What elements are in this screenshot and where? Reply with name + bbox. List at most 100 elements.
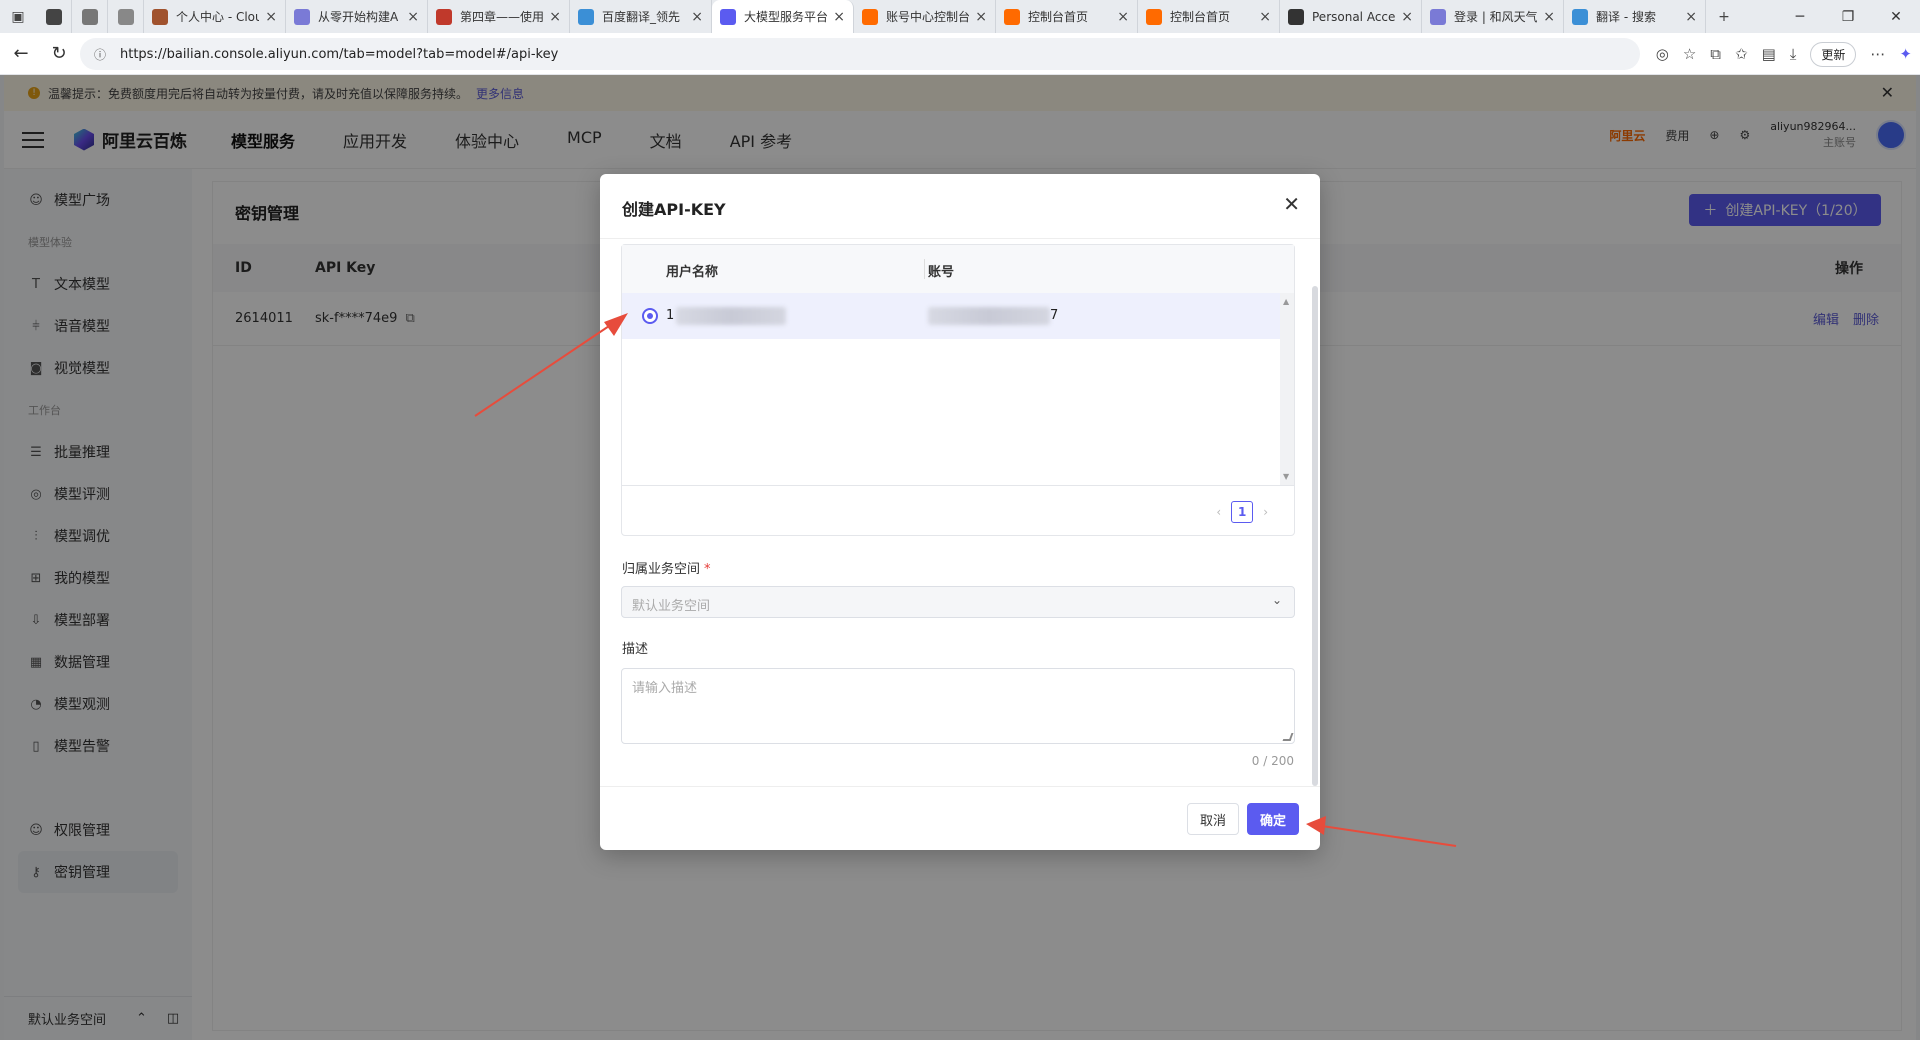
browser-tab[interactable]: 账号中心控制台 × — [854, 0, 996, 33]
required-mark: * — [704, 562, 711, 577]
tab-favicon-icon — [436, 8, 452, 25]
url-text: https://bailian.console.aliyun.com/tab=m… — [120, 46, 559, 62]
browser-tab[interactable]: 控制台首页 × — [1138, 0, 1280, 33]
tab-close-icon[interactable]: × — [1259, 9, 1271, 25]
tab-strip: 个人中心 - Clou × 从零开始构建A × 第四章——使用 × 百度翻译_领先 × 大模型服… — [36, 0, 1706, 33]
new-tab-icon[interactable]: + — [1706, 0, 1742, 33]
col-username: 用户名称 — [666, 265, 719, 280]
favorite-star-icon[interactable]: ☆ — [1683, 45, 1696, 63]
favorites-icon[interactable]: ✩ — [1735, 45, 1748, 63]
chevron-down-icon: ⌄ — [1271, 593, 1282, 607]
prev-page-icon[interactable]: ‹ — [1216, 505, 1221, 519]
workspace-label: 归属业务空间 * — [622, 558, 711, 577]
tab-close-icon[interactable]: × — [1543, 9, 1555, 25]
scroll-up-icon[interactable]: ▲ — [1283, 297, 1289, 306]
tab-close-icon[interactable]: × — [833, 9, 845, 25]
page-number[interactable]: 1 — [1231, 501, 1254, 523]
create-api-key-dialog: 创建API-KEY ✕ 用户名称 账号 1 7 ▲ ▼ ‹ 1 › 归属业务空间… — [600, 174, 1320, 850]
extensions-icon[interactable]: ⧉ — [1710, 45, 1721, 63]
toolbar-right: ◎ ☆ ⧉ ✩ ▤ ⤓ 更新 ⋯ ✦ — [1656, 37, 1912, 71]
close-window-icon[interactable]: ✕ — [1872, 0, 1920, 33]
site-info-icon[interactable]: ⓘ — [94, 46, 108, 63]
scroll-down-icon[interactable]: ▼ — [1283, 472, 1289, 481]
downloads-icon[interactable]: ⤓ — [1790, 45, 1797, 63]
tab-close-icon[interactable]: × — [549, 9, 561, 25]
col-account: 账号 — [928, 265, 955, 280]
browser-tab[interactable]: 登录 | 和风天气 × — [1422, 0, 1564, 33]
browser-tab[interactable] — [72, 0, 108, 33]
description-counter: 0 / 200 — [1251, 754, 1294, 768]
tab-close-icon[interactable]: × — [975, 9, 987, 25]
tab-title: 登录 | 和风天气 — [1454, 10, 1538, 24]
browser-tab[interactable] — [36, 0, 72, 33]
dialog-title: 创建API-KEY — [622, 200, 726, 219]
more-icon[interactable]: ⋯ — [1870, 45, 1885, 63]
tab-title: 控制台首页 — [1028, 10, 1089, 24]
tab-favicon-icon — [152, 8, 168, 25]
username-cell: 1 — [666, 308, 674, 323]
user-row[interactable]: 1 7 — [622, 293, 1280, 339]
browser-tab[interactable]: Personal Acces × — [1280, 0, 1422, 33]
dialog-footer-divider — [600, 786, 1320, 787]
screen: ▣ 个人中心 - Clou × 从零开始构建A × 第四章——使用 × 百度翻译_领先 × 大模… — [0, 0, 1920, 1040]
account-cell: 7 — [1050, 308, 1058, 323]
user-table-scrollbar[interactable]: ▲ ▼ — [1280, 293, 1294, 485]
tab-favicon-icon — [1430, 8, 1446, 25]
tracking-icon[interactable]: ◎ — [1656, 45, 1669, 63]
update-button[interactable]: 更新 — [1810, 41, 1857, 67]
address-bar-row: ← ↻ ⓘ https://bailian.console.aliyun.com… — [0, 33, 1920, 75]
username-visible-part: 1 — [666, 308, 675, 323]
browser-tab[interactable]: 翻译 - 搜索 × — [1564, 0, 1706, 33]
tab-favicon-icon — [1288, 8, 1304, 25]
account-visible-part: 7 — [1050, 308, 1059, 323]
username-redacted — [676, 307, 786, 325]
browser-tab[interactable]: 大模型服务平台 × — [712, 0, 854, 33]
workspace-label-text: 归属业务空间 — [622, 562, 701, 577]
url-field[interactable]: ⓘ https://bailian.console.aliyun.com/tab… — [80, 38, 1640, 70]
tab-close-icon[interactable]: × — [1401, 9, 1413, 25]
tab-favicon-icon — [118, 8, 134, 25]
browser-tab[interactable] — [108, 0, 144, 33]
browser-tab[interactable]: 百度翻译_领先 × — [570, 0, 712, 33]
tab-favicon-icon — [862, 8, 878, 25]
pagination: ‹ 1 › — [1216, 501, 1268, 523]
description-label: 描述 — [622, 642, 649, 657]
dialog-close-icon[interactable]: ✕ — [1283, 192, 1300, 216]
browser-tab[interactable]: 控制台首页 × — [996, 0, 1138, 33]
tab-title: 控制台首页 — [1170, 10, 1231, 24]
description-placeholder: 请输入描述 — [632, 681, 698, 696]
tab-close-icon[interactable]: × — [691, 9, 703, 25]
tab-close-icon[interactable]: × — [1685, 9, 1697, 25]
tab-favicon-icon — [294, 8, 310, 25]
confirm-button[interactable]: 确定 — [1247, 803, 1299, 835]
dialog-scrollbar[interactable] — [1312, 286, 1318, 786]
tab-title: 从零开始构建A — [318, 10, 399, 24]
refresh-icon[interactable]: ↻ — [42, 37, 76, 71]
browser-tab[interactable]: 个人中心 - Clou × — [144, 0, 286, 33]
copilot-icon[interactable]: ✦ — [1899, 45, 1912, 63]
browser-tab[interactable]: 第四章——使用 × — [428, 0, 570, 33]
description-textarea[interactable]: 请输入描述 — [621, 668, 1295, 744]
resize-handle-icon[interactable] — [1282, 733, 1294, 741]
tab-close-icon[interactable]: × — [265, 9, 277, 25]
tab-close-icon[interactable]: × — [407, 9, 419, 25]
tab-title: 翻译 - 搜索 — [1596, 10, 1656, 24]
tab-title: 大模型服务平台 — [744, 10, 828, 24]
column-divider — [924, 259, 925, 279]
back-icon[interactable]: ← — [4, 37, 38, 71]
restore-icon[interactable]: ❐ — [1824, 0, 1872, 33]
browser-tab-bar: ▣ 个人中心 - Clou × 从零开始构建A × 第四章——使用 × 百度翻译_领先 × 大模… — [0, 0, 1920, 33]
collections-icon[interactable]: ▤ — [1762, 45, 1776, 63]
tab-favicon-icon — [720, 8, 736, 25]
tab-actions-icon[interactable]: ▣ — [0, 0, 36, 33]
minimize-icon[interactable]: ─ — [1776, 0, 1824, 33]
user-radio[interactable] — [642, 308, 658, 324]
workspace-select-value: 默认业务空间 — [632, 599, 711, 614]
window-controls: ─ ❐ ✕ — [1776, 0, 1920, 33]
tab-close-icon[interactable]: × — [1117, 9, 1129, 25]
cancel-button[interactable]: 取消 — [1187, 803, 1239, 835]
tab-title: 第四章——使用 — [460, 10, 544, 24]
browser-tab[interactable]: 从零开始构建A × — [286, 0, 428, 33]
next-page-icon[interactable]: › — [1263, 505, 1268, 519]
workspace-select[interactable]: 默认业务空间 ⌄ — [621, 586, 1295, 618]
